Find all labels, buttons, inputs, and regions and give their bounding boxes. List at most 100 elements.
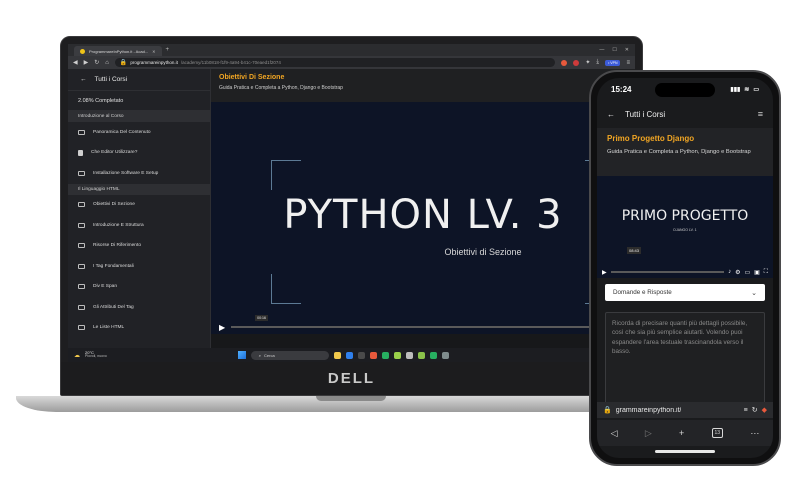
settings-icon[interactable] bbox=[441, 351, 449, 359]
new-tab-icon[interactable]: + bbox=[166, 47, 170, 53]
rewards-icon[interactable] bbox=[573, 59, 580, 66]
reload-icon[interactable]: ↻ bbox=[752, 406, 758, 414]
video-time: 00:16 bbox=[255, 315, 268, 321]
sidebar-lesson-item[interactable]: Div E Span bbox=[68, 277, 210, 298]
video-player[interactable]: PYTHON LV. 3 Obiettivi di Sezione ▶ 00:1… bbox=[211, 102, 635, 334]
phone-video-time: 08:43 bbox=[627, 247, 642, 254]
reader-icon[interactable]: ≡ bbox=[744, 407, 748, 414]
sidebar-lesson-label: I Tag Fondamentali bbox=[93, 263, 134, 269]
vscode-icon[interactable] bbox=[345, 351, 353, 359]
address-bar: ◀ ▶ ↻ ⌂ 🔒 programmareinpython.it /academ… bbox=[68, 56, 635, 69]
sidebar-lesson-item[interactable]: I Tag Fondamentali bbox=[68, 256, 210, 277]
vpn-button[interactable]: • VPN bbox=[605, 59, 621, 66]
phone-time: 15:24 bbox=[611, 84, 632, 94]
forward-icon[interactable]: ▶ bbox=[84, 59, 89, 66]
sidebar-lesson-label: Che Editor Utilizzare? bbox=[91, 150, 138, 156]
lesson-header: Obiettivi Di Sezione Guida Pratica e Com… bbox=[211, 69, 635, 102]
video-icon bbox=[78, 325, 85, 331]
laptop-screen: ProgrammareInPython.it - Acad... ✕ + — ☐… bbox=[68, 44, 635, 362]
phone-video-subtitle: DJANGO LV. 1 bbox=[673, 228, 697, 232]
phone-video-controls: ▶ ♪ ⚙ ▭ ▣ ⛶ bbox=[597, 266, 773, 278]
phone-video-title: PRIMO PROGETTO bbox=[621, 208, 749, 224]
sidebar-lesson-item[interactable]: Introduzione E Struttura bbox=[68, 215, 210, 236]
tab-count[interactable]: 13 bbox=[711, 428, 724, 438]
sidebar-lesson-item[interactable]: Che Editor Utilizzare? bbox=[68, 143, 210, 164]
play-icon[interactable]: ▶ bbox=[219, 323, 225, 332]
windows-start-icon[interactable] bbox=[237, 351, 246, 359]
terminal-icon[interactable] bbox=[357, 351, 365, 359]
play-icon[interactable]: ▶ bbox=[602, 269, 607, 276]
brave-icon[interactable] bbox=[369, 351, 377, 359]
download-icon[interactable]: ⤓ bbox=[596, 59, 599, 66]
window-controls: — ☐ ✕ bbox=[599, 47, 635, 53]
sidebar-lesson-item[interactable]: Obiettivi Di Sezione bbox=[68, 195, 210, 216]
home-indicator bbox=[655, 450, 715, 453]
wifi-icon: ≋ bbox=[744, 86, 750, 93]
forward-icon[interactable]: ▷ bbox=[645, 428, 652, 439]
file-explorer-icon[interactable] bbox=[333, 351, 341, 359]
sidebar-lesson-label: Obiettivi Di Sezione bbox=[93, 202, 135, 208]
weather-icon: ☁ bbox=[74, 352, 80, 359]
status-icons: ▮▮▮ ≋ ▭ bbox=[730, 86, 759, 93]
close-tab-icon[interactable]: ✕ bbox=[152, 49, 155, 54]
app-icon[interactable] bbox=[405, 351, 413, 359]
app-icon[interactable] bbox=[429, 351, 437, 359]
back-arrow-icon[interactable]: ← bbox=[607, 110, 615, 119]
signal-icon: ▮▮▮ bbox=[730, 86, 741, 93]
weather-widget[interactable]: 20°C Piovoli, nuovo bbox=[85, 351, 107, 359]
more-icon[interactable]: ⋯ bbox=[750, 428, 759, 439]
lock-icon: 🔒 bbox=[603, 407, 612, 414]
hamburger-icon[interactable]: ≡ bbox=[758, 109, 763, 119]
app-icon[interactable] bbox=[393, 351, 401, 359]
close-window-icon[interactable]: ✕ bbox=[625, 47, 629, 53]
reload-icon[interactable]: ↻ bbox=[94, 59, 99, 66]
menu-icon[interactable]: ≡ bbox=[626, 60, 630, 66]
video-icon bbox=[78, 202, 85, 208]
url-input[interactable]: 🔒 programmareinpython.it /academy/11b081… bbox=[114, 58, 556, 67]
sidebar-lesson-item[interactable]: Installazione Software E Setup bbox=[68, 163, 210, 184]
pip-icon[interactable]: ▭ bbox=[744, 269, 750, 276]
minimize-icon[interactable]: — bbox=[599, 47, 604, 53]
sidebar-back[interactable]: ← Tutti i Corsi bbox=[68, 69, 210, 91]
chevron-down-icon: ⌄ bbox=[751, 289, 757, 297]
maximize-icon[interactable]: ☐ bbox=[612, 47, 616, 53]
phone-seekbar[interactable] bbox=[610, 271, 725, 273]
browser-tabbar: ProgrammareInPython.it - Acad... ✕ + — ☐… bbox=[68, 44, 635, 56]
android-icon[interactable] bbox=[417, 351, 425, 359]
phone-back-label[interactable]: Tutti i Corsi bbox=[625, 110, 665, 119]
video-icon bbox=[78, 222, 85, 228]
app-icon[interactable] bbox=[381, 351, 389, 359]
sidebar-lesson-label: Div E Span bbox=[93, 284, 117, 290]
browser-tab[interactable]: ProgrammareInPython.it - Acad... ✕ bbox=[74, 46, 162, 56]
video-seekbar[interactable]: 00:16 bbox=[231, 315, 635, 328]
extensions-icon[interactable]: ✦ bbox=[585, 59, 590, 66]
question-textarea[interactable]: Ricorda di precisare quanti più dettagli… bbox=[605, 312, 765, 408]
video-icon bbox=[78, 170, 85, 176]
brave-shield-icon[interactable] bbox=[561, 59, 568, 66]
video-icon bbox=[78, 129, 85, 135]
sidebar-lesson-label: Gli Attributi Del Tag bbox=[93, 304, 134, 310]
video-icon bbox=[78, 304, 85, 310]
phone-toolbar: ◁ ▷ + 13 ⋯ bbox=[597, 420, 773, 446]
sidebar-lesson-item[interactable]: Le Liste HTML bbox=[68, 318, 210, 339]
back-icon[interactable]: ◁ bbox=[611, 428, 618, 439]
phone-video-player[interactable]: PRIMO PROGETTO DJANGO LV. 1 08:43 ▶ ♪ ⚙ … bbox=[597, 176, 773, 278]
home-icon[interactable]: ⌂ bbox=[105, 60, 109, 66]
phone-url: grammareinpython.it/ bbox=[615, 406, 682, 414]
cast-icon[interactable]: ▣ bbox=[754, 269, 760, 276]
sidebar-lesson-item[interactable]: Gli Attributi Del Tag bbox=[68, 297, 210, 318]
brave-shield-icon[interactable]: ◆ bbox=[762, 406, 767, 414]
back-icon[interactable]: ◀ bbox=[73, 59, 78, 66]
sidebar-lesson-item[interactable]: Panoramica Del Contenuto bbox=[68, 122, 210, 143]
video-controls: ▶ 00:16 bbox=[211, 315, 635, 334]
question-type-select[interactable]: Domande e Risposte ⌄ bbox=[605, 284, 765, 301]
gear-icon[interactable]: ⚙ bbox=[735, 269, 740, 276]
phone-url-bar[interactable]: 🔒 grammareinpython.it/ ≡ ↻ ◆ bbox=[597, 402, 773, 418]
new-tab-icon[interactable]: + bbox=[679, 428, 684, 438]
fullscreen-icon[interactable]: ⛶ bbox=[764, 269, 768, 276]
volume-icon[interactable]: ♪ bbox=[728, 269, 731, 275]
course-progress: 2.08% Completato bbox=[68, 91, 210, 111]
sidebar-lesson-item[interactable]: Risorse Di Riferimento bbox=[68, 236, 210, 257]
taskbar-search[interactable]: ⌕ Cerca bbox=[250, 350, 329, 360]
sidebar-lesson-label: Introduzione E Struttura bbox=[93, 222, 144, 228]
